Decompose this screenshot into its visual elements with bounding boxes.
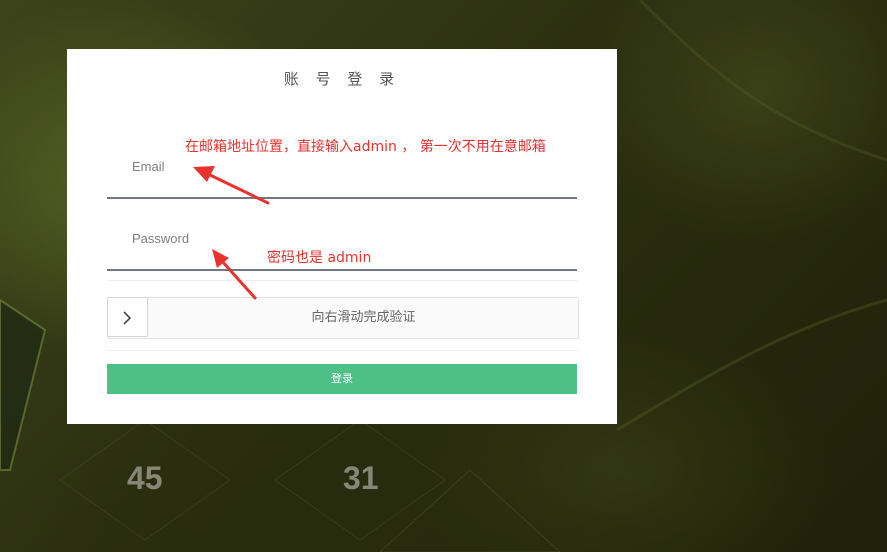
annotation-arrows [193,166,270,300]
annotation-arrow-email [193,166,270,205]
annotation-arrow-password [212,249,257,300]
